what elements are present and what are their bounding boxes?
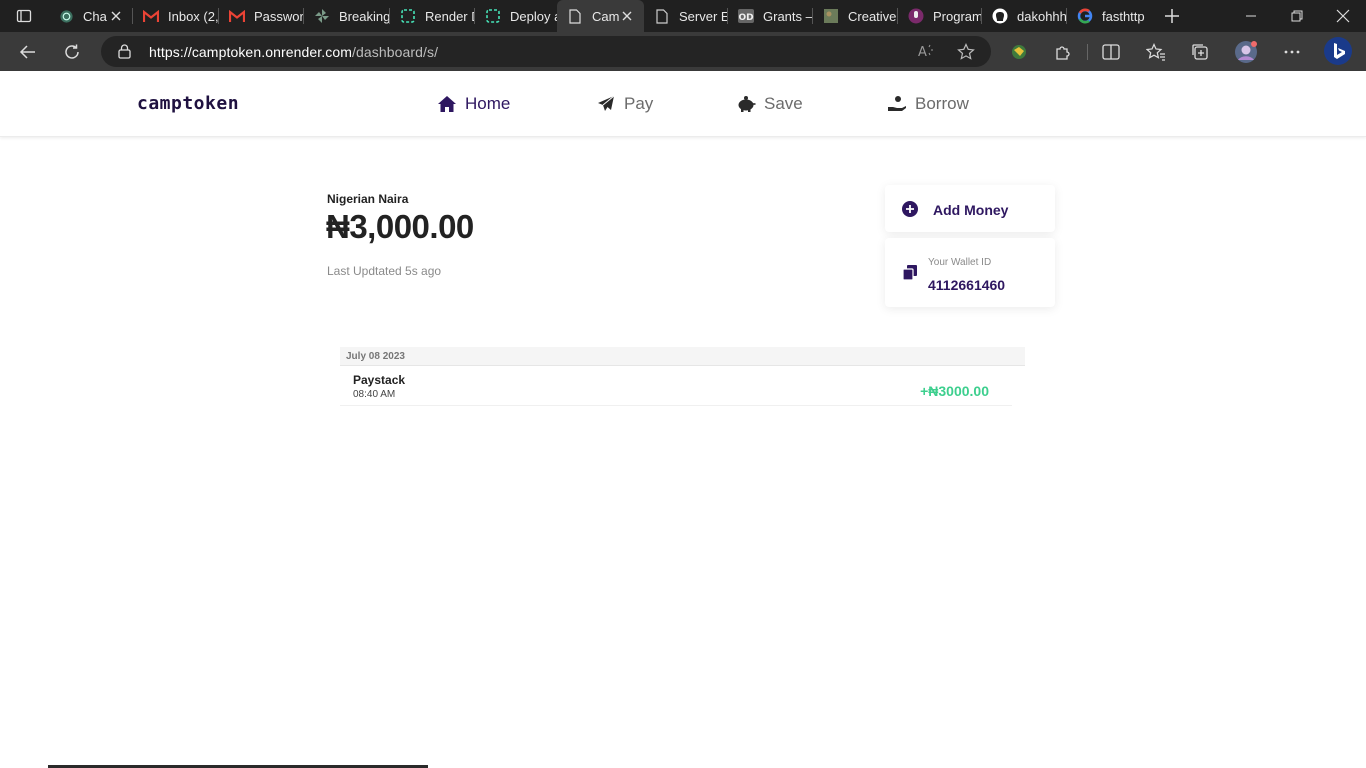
address-bar[interactable]: https://camptoken.onrender.com/dashboard…	[101, 36, 991, 67]
photo-icon	[823, 8, 839, 24]
tab-creative[interactable]: Creative	[813, 0, 898, 32]
tab-title: Creative	[848, 8, 897, 24]
url-host: https://camptoken.onrender.com	[149, 44, 352, 60]
svg-text:OD: OD	[738, 13, 753, 23]
tab-title: dakohhh	[1017, 8, 1067, 24]
browser-toolbar: https://camptoken.onrender.com/dashboard…	[0, 32, 1366, 71]
last-updated-text: Last Updtated 5s ago	[327, 264, 442, 278]
close-icon[interactable]	[109, 9, 123, 23]
od-icon: OD	[738, 8, 754, 24]
close-window-icon[interactable]	[1320, 0, 1366, 32]
tab-inbox[interactable]: Inbox (2,	[133, 0, 219, 32]
brand-logo[interactable]: camptoken	[137, 93, 239, 114]
tab-deploy[interactable]: Deploy a	[475, 0, 557, 32]
nav-borrow[interactable]: Borrow	[887, 93, 969, 115]
github-icon	[992, 8, 1008, 24]
page-icon	[654, 8, 670, 24]
tab-breaking[interactable]: Breaking	[304, 0, 390, 32]
balance-amount: ₦3,000.00	[326, 208, 474, 245]
site-header: camptoken Home Pay Save Borrow	[0, 71, 1366, 137]
tab-render-dashboard[interactable]: Render D	[390, 0, 475, 32]
add-money-button[interactable]: Add Money	[885, 185, 1055, 232]
add-money-label: Add Money	[933, 202, 1009, 218]
nav-pay[interactable]: Pay	[596, 93, 653, 115]
back-arrow-icon[interactable]	[14, 38, 42, 66]
transaction-row[interactable]: Paystack 08:40 AM +₦3000.00	[340, 366, 1012, 406]
tab-grants[interactable]: OD Grants –	[728, 0, 813, 32]
nav-label: Save	[764, 94, 803, 113]
bing-copilot-icon[interactable]	[1322, 35, 1354, 67]
transaction-date: July 08 2023	[346, 351, 405, 362]
paper-plane-icon	[596, 94, 616, 114]
google-icon	[1077, 8, 1093, 24]
toolbar-divider	[1087, 44, 1088, 60]
extension-globe-icon[interactable]	[1005, 38, 1033, 66]
transaction-date-header: July 08 2023	[340, 347, 1025, 366]
nav-home[interactable]: Home	[437, 93, 510, 115]
restore-icon[interactable]	[1274, 0, 1320, 32]
transaction-amount: +₦3000.00	[920, 383, 989, 399]
piggy-bank-icon	[736, 94, 756, 114]
more-options-icon[interactable]	[1278, 38, 1306, 66]
tab-chatgpt[interactable]: Cha	[48, 0, 133, 32]
nav-label: Home	[465, 94, 511, 113]
tab-fasthttp[interactable]: fasthttp	[1067, 0, 1152, 32]
gmail-icon	[143, 8, 159, 24]
close-icon[interactable]	[620, 9, 634, 23]
gmail-icon	[229, 8, 245, 24]
nav-label: Borrow	[915, 94, 969, 113]
wallet-id-label: Your Wallet ID	[928, 257, 992, 268]
tab-github[interactable]: dakohhh	[982, 0, 1067, 32]
tab-title: Breaking	[339, 8, 390, 24]
extensions-puzzle-icon[interactable]	[1049, 38, 1077, 66]
collections-icon[interactable]	[1186, 38, 1214, 66]
tab-title: Grants –	[763, 8, 813, 24]
profile-avatar-icon[interactable]	[1232, 38, 1260, 66]
tab-title: Inbox (2,	[168, 8, 219, 24]
chatgpt-icon	[58, 8, 74, 24]
tab-title: Program	[933, 8, 982, 24]
podcast-icon	[908, 8, 924, 24]
tab-title: Cam	[592, 8, 620, 24]
split-screen-icon[interactable]	[1097, 38, 1125, 66]
home-icon	[437, 94, 457, 114]
new-tab-icon[interactable]	[1162, 6, 1182, 26]
hand-coin-icon	[887, 94, 907, 114]
tab-title: Server Er	[679, 8, 728, 24]
render-icon	[400, 8, 416, 24]
tab-title: Render D	[425, 8, 475, 24]
read-aloud-icon[interactable]: A	[917, 43, 935, 64]
favorite-star-icon[interactable]	[957, 43, 975, 66]
copy-icon[interactable]	[902, 264, 918, 286]
svg-text:A: A	[918, 45, 927, 59]
transaction-time: 08:40 AM	[353, 389, 396, 400]
minimize-icon[interactable]	[1228, 0, 1274, 32]
currency-label: Nigerian Naira	[327, 192, 409, 206]
nav-save[interactable]: Save	[736, 93, 803, 115]
tab-title: Passworc	[254, 8, 304, 24]
render-icon	[485, 8, 501, 24]
transaction-name: Paystack	[353, 373, 406, 387]
tab-actions-icon[interactable]	[8, 4, 40, 28]
wallet-id-card: Your Wallet ID 4112661460	[885, 238, 1055, 307]
lock-icon[interactable]	[118, 44, 131, 64]
tab-server-error[interactable]: Server Er	[644, 0, 728, 32]
pinwheel-icon	[314, 8, 330, 24]
url-path: /dashboard/s/	[352, 44, 439, 60]
page-icon	[567, 8, 583, 24]
wallet-id-value: 4112661460	[928, 277, 1006, 293]
url-text[interactable]: https://camptoken.onrender.com/dashboard…	[149, 44, 438, 60]
favorites-icon[interactable]	[1142, 38, 1170, 66]
nav-label: Pay	[624, 94, 654, 113]
plus-circle-icon	[902, 201, 918, 222]
tab-title: Deploy a	[510, 8, 557, 24]
tab-title: fasthttp	[1102, 8, 1145, 24]
refresh-icon[interactable]	[58, 38, 86, 66]
tab-title: Cha	[83, 8, 107, 24]
tab-camptoken[interactable]: Cam	[557, 0, 644, 32]
tab-password[interactable]: Passworc	[219, 0, 304, 32]
tab-list: Cha Inbox (2, Passworc Breaking Render D…	[48, 0, 1152, 32]
tab-program[interactable]: Program	[898, 0, 982, 32]
browser-tab-strip: Cha Inbox (2, Passworc Breaking Render D…	[0, 0, 1366, 32]
